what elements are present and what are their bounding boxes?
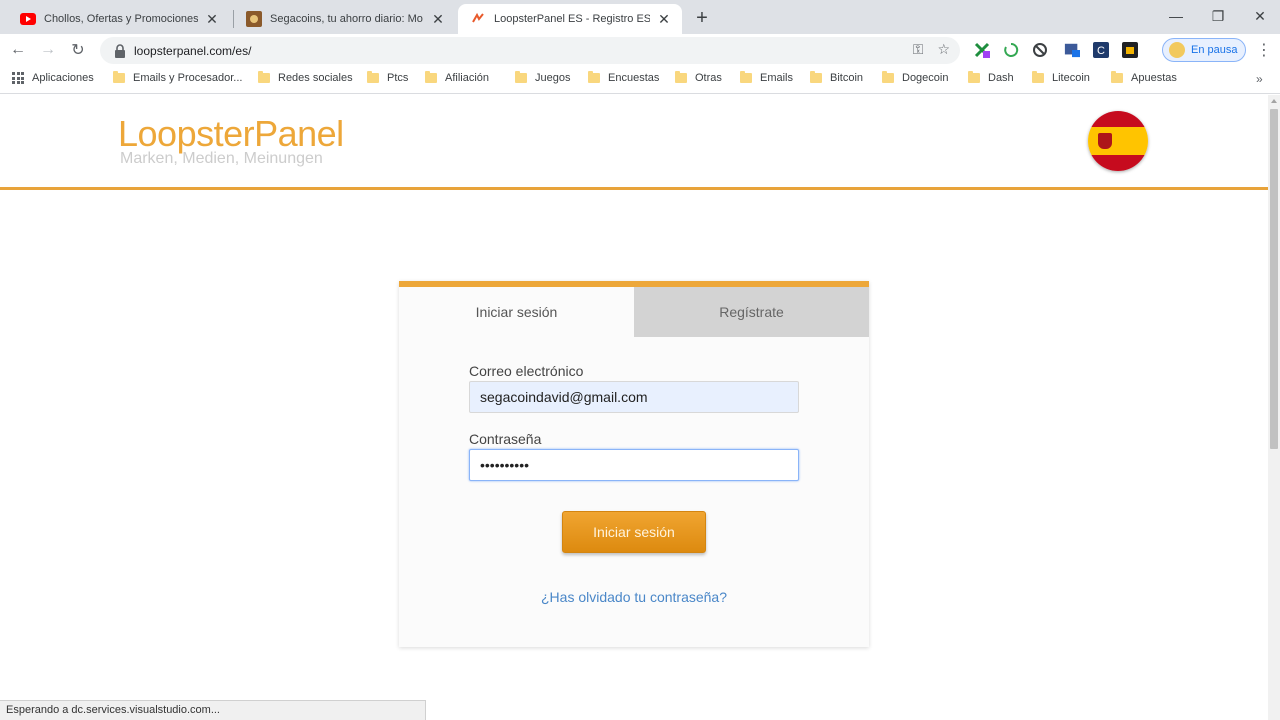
new-tab-button[interactable]: +	[690, 6, 714, 30]
close-icon[interactable]: ✕	[430, 11, 446, 27]
reload-icon[interactable]: ↻	[66, 38, 90, 62]
folder-icon	[113, 71, 125, 83]
site-logo[interactable]: LoopsterPanel	[118, 113, 344, 155]
status-bubble: Esperando a dc.services.visualstudio.com…	[0, 700, 426, 720]
bookmark-folder[interactable]: Litecoin	[1032, 71, 1090, 84]
spain-flag-icon[interactable]	[1088, 111, 1148, 171]
folder-icon	[1032, 71, 1044, 83]
folder-icon	[425, 71, 437, 83]
close-icon[interactable]: ✕	[656, 11, 672, 27]
star-icon[interactable]: ☆	[937, 41, 950, 58]
bookmark-folder[interactable]: Emails	[740, 71, 793, 84]
tab-title: LoopsterPanel ES - Registro ES	[494, 13, 650, 25]
browser-toolbar: ← → ↻ loopsterpanel.com/es/ ⚿ ☆ C	[0, 34, 1280, 66]
bookmark-folder[interactable]: Encuestas	[588, 71, 659, 84]
bookmark-folder[interactable]: Emails y Procesador...	[113, 71, 242, 84]
page-scrollbar[interactable]	[1268, 95, 1280, 720]
tab-title: Chollos, Ofertas y Promociones	[44, 13, 198, 25]
extension-bag-icon[interactable]	[1122, 42, 1138, 58]
bookmark-folder[interactable]: Juegos	[515, 71, 570, 84]
more-menu-icon[interactable]: ⋮	[1256, 38, 1272, 62]
key-icon[interactable]: ⚿	[913, 41, 924, 58]
restore-icon[interactable]: ❐	[1198, 0, 1238, 32]
profile-status: En pausa	[1191, 44, 1238, 56]
folder-icon	[258, 71, 270, 83]
folder-icon	[588, 71, 600, 83]
bookmark-folder[interactable]: Dash	[968, 71, 1014, 84]
tab-strip: Chollos, Ofertas y Promociones ✕ Segacoi…	[0, 0, 1280, 34]
bookmark-folder[interactable]: Ptcs	[367, 71, 408, 84]
tab-title: Segacoins, tu ahorro diario: Mo	[270, 13, 423, 25]
browser-window: Chollos, Ofertas y Promociones ✕ Segacoi…	[0, 0, 1280, 720]
bookmark-folder[interactable]: Bitcoin	[810, 71, 863, 84]
tab-register[interactable]: Regístrate	[634, 287, 869, 337]
bookmark-folder[interactable]: Redes sociales	[258, 71, 353, 84]
url-text: loopsterpanel.com/es/	[134, 43, 252, 58]
site-header: LoopsterPanel Marken, Medien, Meinungen	[0, 95, 1268, 190]
browser-tab-loopster[interactable]: LoopsterPanel ES - Registro ES ✕	[458, 4, 682, 34]
extension-calendar-icon[interactable]	[1064, 42, 1080, 58]
password-field[interactable]	[469, 449, 799, 481]
folder-icon	[968, 71, 980, 83]
omnibox-actions: ⚿ ☆	[913, 41, 950, 58]
email-field[interactable]	[469, 381, 799, 413]
bookmark-folder[interactable]: Afiliación	[425, 71, 489, 84]
scrollbar-thumb[interactable]	[1270, 109, 1278, 449]
profile-button[interactable]: En pausa	[1162, 38, 1246, 62]
password-label: Contraseña	[469, 431, 542, 447]
extension-refresh-icon[interactable]	[1003, 42, 1019, 58]
apps-grid-icon	[12, 72, 24, 84]
bookmarks-bar: Aplicaciones Emails y Procesador... Rede…	[0, 66, 1280, 94]
browser-tab-chollos[interactable]: Chollos, Ofertas y Promociones ✕	[8, 4, 230, 34]
browser-tab-segacoins[interactable]: Segacoins, tu ahorro diario: Mo ✕	[234, 4, 456, 34]
tab-login[interactable]: Iniciar sesión	[399, 287, 634, 337]
extension-x-icon[interactable]	[974, 42, 990, 58]
forward-arrow-icon[interactable]: →	[36, 38, 60, 62]
auth-tabs: Iniciar sesión Regístrate	[399, 287, 869, 337]
forgot-password-link[interactable]: ¿Has olvidado tu contraseña?	[399, 589, 869, 605]
email-label: Correo electrónico	[469, 363, 584, 379]
folder-icon	[515, 71, 527, 83]
bookmark-folder[interactable]: Otras	[675, 71, 722, 84]
extension-c-icon[interactable]: C	[1093, 42, 1109, 58]
close-icon[interactable]: ✕	[204, 11, 220, 27]
site-tagline: Marken, Medien, Meinungen	[120, 150, 323, 167]
folder-icon	[367, 71, 379, 83]
login-card: Iniciar sesión Regístrate Correo electró…	[399, 281, 869, 647]
bookmark-folder[interactable]: Dogecoin	[882, 71, 948, 84]
folder-icon	[810, 71, 822, 83]
minimize-icon[interactable]: —	[1156, 0, 1196, 32]
folder-icon	[740, 71, 752, 83]
folder-icon	[675, 71, 687, 83]
svg-text:C: C	[1097, 45, 1105, 57]
avatar	[1169, 42, 1185, 58]
folder-icon	[882, 71, 894, 83]
close-window-icon[interactable]: ✕	[1240, 0, 1280, 32]
folder-icon	[1111, 71, 1123, 83]
lock-icon	[114, 43, 126, 58]
more-bookmarks-icon[interactable]: »	[1256, 72, 1263, 86]
back-arrow-icon[interactable]: ←	[6, 38, 30, 62]
address-bar[interactable]: loopsterpanel.com/es/ ⚿ ☆	[100, 37, 960, 64]
bookmark-apps[interactable]: Aplicaciones	[12, 72, 94, 84]
extension-block-icon[interactable]	[1032, 42, 1048, 58]
login-submit-button[interactable]: Iniciar sesión	[562, 511, 706, 553]
site-favicon-icon	[246, 11, 262, 27]
scroll-up-icon[interactable]	[1271, 99, 1277, 103]
youtube-icon	[20, 11, 36, 27]
loopster-favicon-icon	[470, 11, 486, 27]
page-content: LoopsterPanel Marken, Medien, Meinungen …	[0, 95, 1268, 720]
bookmark-folder[interactable]: Apuestas	[1111, 71, 1177, 84]
